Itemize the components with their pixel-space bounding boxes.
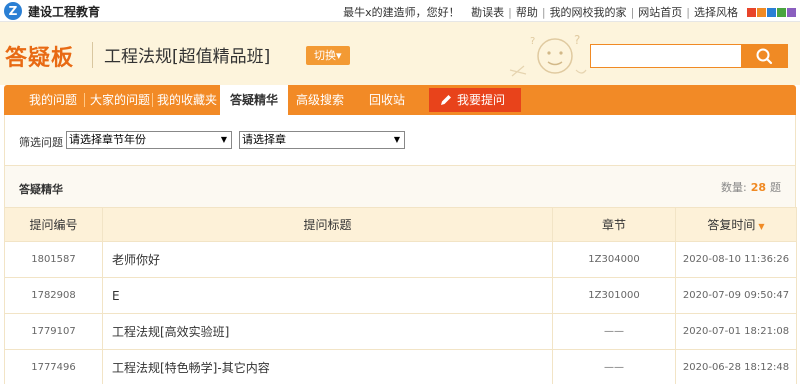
tab-qa-highlights[interactable]: 答疑精华: [220, 85, 288, 116]
site-logo-icon[interactable]: Z: [4, 2, 22, 20]
col-header-reply-time-label: 答复时间: [707, 218, 756, 232]
question-count: 数量: 28 题: [721, 179, 781, 195]
tab-my-favorites[interactable]: 我的收藏夹: [157, 85, 217, 115]
chapter-select[interactable]: 请选择章 ▼: [239, 131, 405, 149]
brand-divider: [92, 42, 93, 68]
cell-chapter: 1Z301000: [552, 277, 676, 314]
link-errata[interactable]: 勘误表: [471, 6, 504, 19]
search-input[interactable]: [590, 44, 742, 68]
site-name[interactable]: 建设工程教育: [28, 3, 100, 20]
table-header-row: 提问编号 提问标题 章节 答复时间 ▼: [4, 207, 797, 242]
table-row[interactable]: 1779107 工程法规[高效实验班] —— 2020-07-01 18:21:…: [4, 313, 797, 350]
ask-question-label: 我要提问: [457, 93, 506, 107]
search-button[interactable]: [742, 44, 788, 68]
cell-question-id: 1779107: [4, 313, 103, 350]
chapter-select-value: 请选择章: [242, 133, 286, 146]
cell-question-title[interactable]: E: [102, 277, 553, 314]
chapter-year-select-value: 请选择章节年份: [69, 133, 146, 146]
list-header: 答疑精华 数量: 28 题: [4, 165, 796, 207]
user-greeting: 最牛x的建造师，您好！: [343, 6, 460, 19]
filter-label: 筛选问题: [19, 136, 63, 149]
tab-everyones-questions[interactable]: 大家的问题: [90, 85, 150, 115]
count-label: 数量:: [720, 181, 747, 194]
brand-title: 答疑板: [5, 46, 75, 71]
cell-question-title[interactable]: 工程法规[特色畅学]-其它内容: [102, 349, 553, 384]
link-separator: |: [508, 6, 512, 19]
chevron-down-icon: ▼: [393, 135, 400, 144]
count-unit: 题: [770, 181, 781, 194]
cell-reply-time: 2020-07-09 09:50:47: [675, 277, 797, 314]
link-separator: |: [541, 6, 546, 19]
link-my-home[interactable]: 我的网校我的家: [550, 6, 627, 19]
cell-chapter: 1Z304000: [552, 241, 676, 278]
table-row[interactable]: 1777496 工程法规[特色畅学]-其它内容 —— 2020-06-28 18…: [4, 349, 797, 384]
cell-question-title[interactable]: 老师你好: [102, 241, 553, 278]
pencil-icon: [441, 95, 451, 105]
link-help[interactable]: 帮助: [516, 6, 538, 19]
chapter-year-select[interactable]: 请选择章节年份 ▼: [66, 131, 232, 149]
tab-recycle-bin[interactable]: 回收站: [369, 85, 405, 115]
questions-table: 提问编号 提问标题 章节 答复时间 ▼ 1801587 老师你好 1Z304000…: [4, 207, 797, 384]
tab-advanced-search[interactable]: 高级搜索: [296, 85, 344, 115]
cell-chapter: ——: [552, 349, 676, 384]
top-links: 最牛x的建造师，您好！ 勘误表 | 帮助 | 我的网校我的家 | 网站首页 | 选择风格: [343, 4, 738, 20]
nav-divider: [84, 93, 85, 107]
doodle-illustration-icon: ? ?: [509, 33, 587, 77]
tab-my-questions[interactable]: 我的问题: [29, 85, 77, 115]
top-bar: Z 建设工程教育 最牛x的建造师，您好！ 勘误表 | 帮助 | 我的网校我的家 | 网站首页…: [0, 0, 800, 22]
theme-swatches: [746, 6, 796, 20]
cell-question-id: 1782908: [4, 277, 103, 314]
main-nav: 我的问题 大家的问题 我的收藏夹 答疑精华 高级搜索 回收站 我要提问: [4, 85, 796, 116]
link-site-home[interactable]: 网站首页: [638, 6, 682, 19]
table-row[interactable]: 1801587 老师你好 1Z304000 2020-08-10 11:36:2…: [4, 241, 797, 278]
count-value: 28: [750, 181, 766, 194]
theme-swatch-red[interactable]: [747, 8, 756, 17]
col-header-title: 提问标题: [102, 207, 553, 242]
theme-swatch-orange[interactable]: [757, 8, 766, 17]
svg-text:?: ?: [530, 36, 535, 47]
theme-swatch-purple[interactable]: [787, 8, 796, 17]
sort-desc-icon: ▼: [758, 222, 765, 231]
header-banner: 答疑板 工程法规[超值精品班] 切换▾ ? ?: [0, 22, 800, 85]
link-separator: |: [630, 6, 635, 19]
table-row[interactable]: 1782908 E 1Z301000 2020-07-09 09:50:47: [4, 277, 797, 314]
cell-reply-time: 2020-08-10 11:36:26: [675, 241, 797, 278]
course-title: 工程法规[超值精品班]: [104, 47, 271, 67]
cell-reply-time: 2020-06-28 18:12:48: [675, 349, 797, 384]
filter-panel: 筛选问题 请选择章节年份 ▼ 请选择章 ▼: [4, 115, 796, 165]
col-header-id: 提问编号: [4, 207, 103, 242]
nav-divider: [152, 93, 153, 107]
cell-chapter: ——: [552, 313, 676, 350]
col-header-chapter: 章节: [552, 207, 676, 242]
cell-question-title[interactable]: 工程法规[高效实验班]: [102, 313, 553, 350]
chevron-down-icon: ▼: [220, 135, 227, 144]
ask-question-button[interactable]: 我要提问: [429, 88, 521, 112]
list-title: 答疑精华: [19, 183, 63, 196]
theme-swatch-green[interactable]: [777, 8, 786, 17]
switch-course-button[interactable]: 切换▾: [306, 46, 350, 65]
search-icon: [756, 48, 773, 65]
theme-swatch-blue[interactable]: [767, 8, 776, 17]
cell-question-id: 1777496: [4, 349, 103, 384]
svg-text:?: ?: [574, 33, 580, 47]
cell-question-id: 1801587: [4, 241, 103, 278]
link-separator: |: [686, 6, 690, 19]
col-header-reply-time[interactable]: 答复时间 ▼: [675, 207, 797, 242]
link-choose-style[interactable]: 选择风格: [694, 6, 738, 19]
cell-reply-time: 2020-07-01 18:21:08: [675, 313, 797, 350]
